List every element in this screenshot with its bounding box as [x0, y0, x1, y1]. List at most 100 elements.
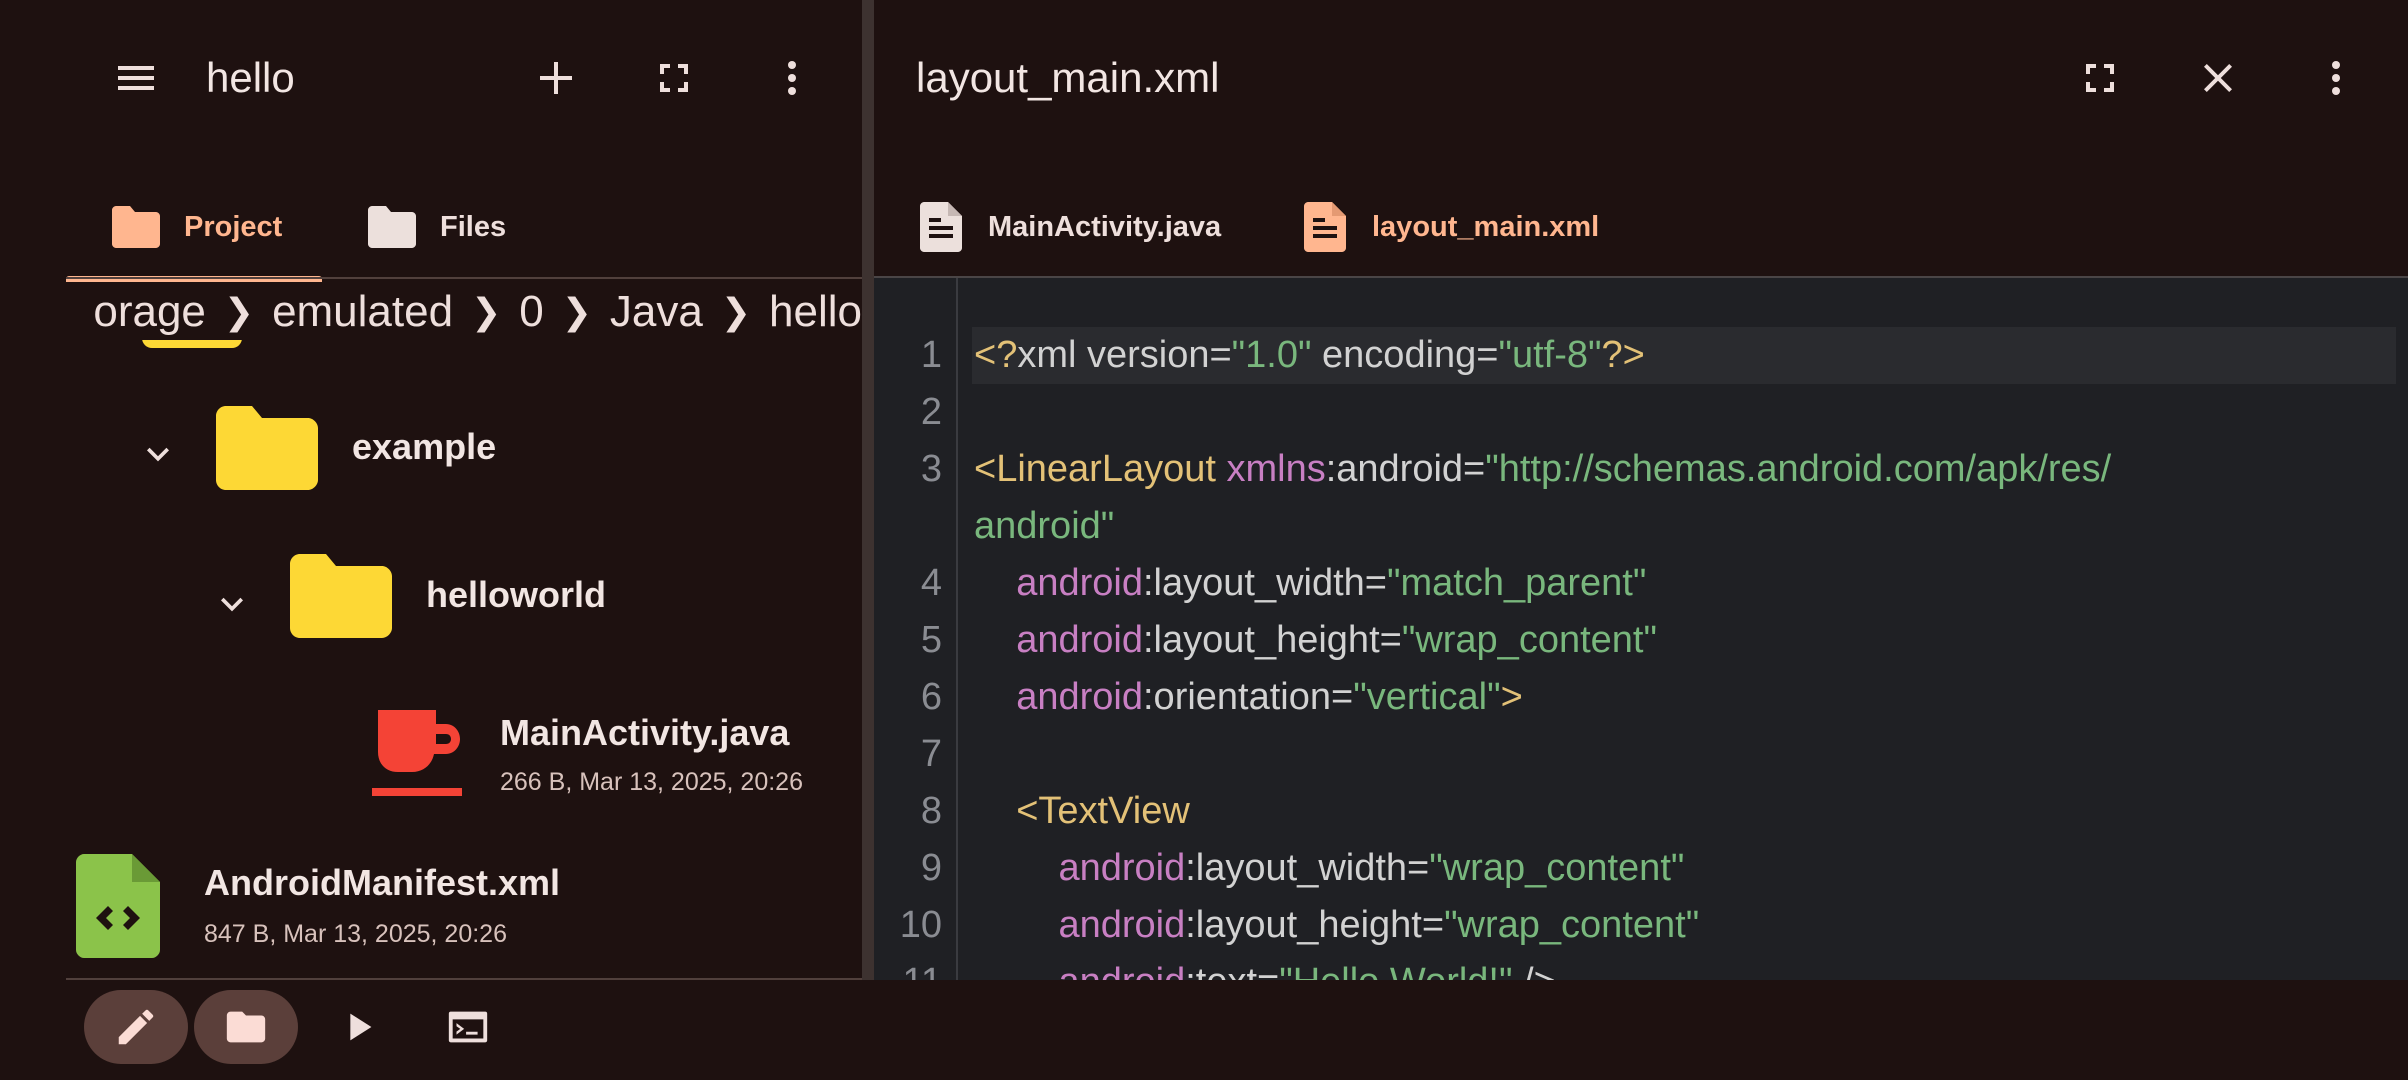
tab-label: layout_main.xml	[1372, 210, 1600, 243]
more-options-button[interactable]	[756, 42, 828, 114]
tab-files-label: Files	[440, 210, 507, 243]
document-icon	[920, 202, 962, 252]
code-line: android:orientation="vertical">	[974, 669, 1523, 726]
code-token: encoding=	[1311, 334, 1499, 376]
project-tabs: Project Files	[0, 176, 862, 282]
code-line: android:text="Hello World!" />	[974, 954, 1555, 980]
chevron-right-icon: ❯	[223, 291, 255, 332]
pane-splitter[interactable]	[862, 0, 874, 980]
fullscreen-icon	[2086, 64, 2114, 92]
code-line: android:layout_width="wrap_content"	[974, 840, 1684, 897]
fullscreen-button[interactable]	[2064, 42, 2136, 114]
edit-button[interactable]	[84, 990, 188, 1064]
tree-row-androidmanifest[interactable]: AndroidManifest.xml 847 B, Mar 13, 2025,…	[0, 852, 862, 972]
chevron-down-icon[interactable]	[136, 432, 180, 476]
code-token: :text=	[1185, 961, 1279, 980]
code-token: android"	[974, 505, 1115, 547]
add-button[interactable]	[520, 42, 592, 114]
code-token: <LinearLayout	[974, 448, 1227, 490]
close-button[interactable]	[2182, 42, 2254, 114]
folder-icon	[112, 206, 160, 248]
code-token: :orientation=	[1143, 676, 1354, 718]
tab-layout-main-xml[interactable]: layout_main.xml	[1258, 176, 1632, 282]
tab-mainactivity-java[interactable]: MainActivity.java	[918, 176, 1258, 278]
code-token: "Hello World!"	[1279, 961, 1512, 980]
play-icon	[350, 1013, 372, 1041]
code-token: android	[1016, 619, 1143, 661]
more-options-button[interactable]	[2300, 42, 2372, 114]
editor-toolbar: layout_main.xml	[874, 0, 2408, 156]
folder-icon	[290, 554, 392, 638]
project-title: hello	[206, 54, 295, 101]
breadcrumb-item[interactable]: hello	[769, 284, 862, 340]
close-icon	[2204, 64, 2232, 92]
code-token: :layout_width=	[1185, 847, 1430, 889]
tabs-divider	[66, 277, 862, 279]
breadcrumb-item[interactable]: 0	[519, 284, 543, 340]
code-token: <?	[974, 334, 1018, 376]
menu-button[interactable]	[100, 42, 172, 114]
edit-icon	[118, 1009, 154, 1045]
files-button[interactable]	[194, 990, 298, 1064]
tree-row-example[interactable]: example	[0, 396, 862, 506]
line-number: 7	[920, 733, 942, 775]
project-toolbar: hello	[0, 0, 862, 156]
code-line: <LinearLayout xmlns:android="http://sche…	[974, 441, 2111, 498]
code-token: "1.0"	[1231, 334, 1312, 376]
more-vert-icon	[2332, 61, 2340, 95]
chevron-right-icon: ❯	[561, 291, 592, 332]
code-token: android	[1016, 676, 1143, 718]
project-pane: hello Project Files orage ❯ emulated ❯ 0…	[0, 0, 862, 980]
tree-row-helloworld[interactable]: helloworld	[0, 546, 862, 656]
line-number: 4	[920, 562, 942, 604]
line-number: 10	[899, 904, 942, 946]
menu-icon	[118, 66, 154, 90]
chevron-down-icon[interactable]	[210, 582, 254, 626]
file-meta: 847 B, Mar 13, 2025, 20:26	[204, 920, 507, 948]
editor-pane: layout_main.xml MainActivity.java layout…	[874, 0, 2408, 980]
folder-icon	[368, 206, 416, 248]
tree-row-mainactivity[interactable]: MainActivity.java 266 B, Mar 13, 2025, 2…	[0, 700, 862, 810]
breadcrumb-item[interactable]: emulated	[272, 284, 453, 340]
breadcrumb-item[interactable]: Java	[610, 284, 703, 340]
code-line: android:layout_width="match_parent"	[974, 555, 1646, 612]
run-button[interactable]	[318, 990, 398, 1064]
tree-row-label: example	[352, 426, 497, 467]
gutter-divider	[956, 278, 958, 980]
tab-project[interactable]: Project	[66, 176, 322, 282]
terminal-button[interactable]	[428, 990, 508, 1064]
code-token: :layout_width=	[1143, 562, 1387, 604]
code-token: "vertical"	[1353, 676, 1501, 718]
folder-icon	[142, 340, 242, 348]
breadcrumb: orage ❯ emulated ❯ 0 ❯ Java ❯ hello	[66, 280, 862, 344]
code-token: android	[1016, 562, 1143, 604]
code-line: <?xml version="1.0" encoding="utf-8"?>	[974, 327, 1645, 384]
bottom-toolbar	[0, 980, 2408, 1080]
xml-file-icon	[76, 854, 160, 958]
tree-row-label: AndroidManifest.xml	[204, 862, 561, 903]
line-number: 1	[920, 334, 942, 376]
java-file-icon	[372, 710, 462, 796]
code-token: "utf-8"	[1498, 334, 1602, 376]
code-token: :layout_height=	[1185, 904, 1445, 946]
line-number-gutter: 1 2 3 4 5 6 7 8 9 10 11	[874, 278, 958, 980]
code-token: ?>	[1601, 334, 1645, 376]
code-token: xmlns	[1226, 448, 1326, 490]
folder-icon	[216, 406, 318, 490]
fullscreen-button[interactable]	[638, 42, 710, 114]
code-token: android	[1058, 904, 1186, 946]
code-token: android	[1058, 961, 1185, 980]
line-number: 11	[874, 954, 942, 980]
fullscreen-icon	[660, 64, 688, 92]
code-editor[interactable]: 1 2 3 4 5 6 7 8 9 10 11 <?xml version="1.0" encodi…	[874, 278, 2408, 980]
code-line: android:layout_height="wrap_content"	[974, 612, 1657, 669]
tab-files[interactable]: Files	[366, 176, 566, 278]
breadcrumb-item[interactable]: orage	[93, 284, 206, 340]
line-number: 5	[920, 619, 942, 661]
more-vert-icon	[788, 61, 796, 95]
